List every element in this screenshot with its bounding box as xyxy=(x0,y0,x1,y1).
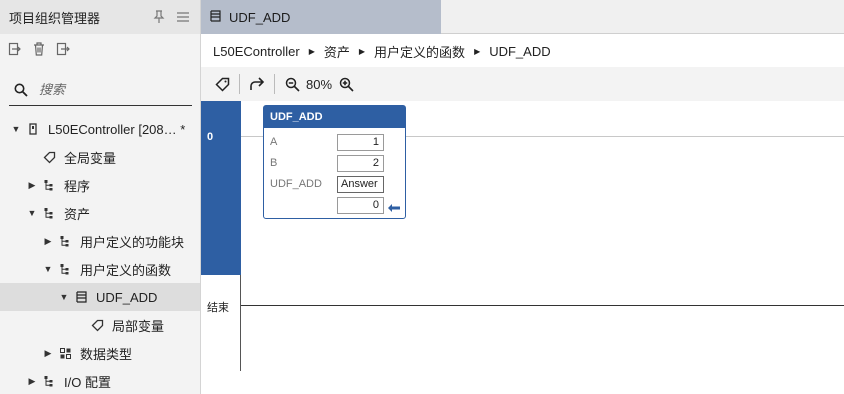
project-organizer-panel: 项目组织管理器 ▼ L50EController [208… * 全局变量 ▶ 程序 ▼ 资… xyxy=(0,0,201,394)
caret-spacer xyxy=(74,319,86,331)
tag-icon xyxy=(42,150,56,164)
tree-item[interactable]: ▼ 用户定义的函数 xyxy=(0,255,200,283)
param-row-a: A 1 xyxy=(270,133,400,151)
menu-icon[interactable] xyxy=(174,8,192,26)
param-row-udf-add: UDF_ADD Answer xyxy=(270,175,400,193)
pin-icon[interactable] xyxy=(150,8,168,26)
expand-all-icon[interactable] xyxy=(4,38,26,60)
tree-node-icon xyxy=(58,262,72,276)
tree-item-label: 局部变量 xyxy=(112,318,165,334)
block-title: UDF_ADD xyxy=(264,106,405,128)
editor-toolbar: 80% xyxy=(201,67,844,101)
breadcrumb: L50EController ▶ 资产 ▶ 用户定义的函数 ▶ UDF_ADD xyxy=(201,35,844,67)
param-row-b: B 2 xyxy=(270,154,400,172)
param-name: B xyxy=(270,157,278,169)
caret-spacer xyxy=(26,151,38,163)
controller-icon xyxy=(26,122,40,136)
tree-item[interactable]: ▶ I/O 配置 xyxy=(0,367,200,394)
tree-item-label: L50EController [208… * xyxy=(48,121,186,137)
breadcrumb-item[interactable]: L50EController xyxy=(213,44,300,59)
tree-node-icon xyxy=(58,234,72,248)
param-row-result: 0 xyxy=(270,196,400,214)
breadcrumb-item[interactable]: 资产 xyxy=(324,42,350,61)
editor-tab-bar: UDF_ADD xyxy=(201,0,844,34)
panel-header: 项目组织管理器 xyxy=(0,0,200,34)
chevron-right-icon[interactable]: ▶ xyxy=(42,235,54,247)
tree-item-label: 程序 xyxy=(64,178,91,194)
search-box xyxy=(9,74,192,106)
chevron-down-icon[interactable]: ▼ xyxy=(58,291,70,303)
toolbar-divider xyxy=(239,74,240,94)
param-tag-field[interactable]: Answer xyxy=(337,175,384,193)
tree-node-icon xyxy=(42,374,56,388)
zoom-out-icon[interactable] xyxy=(281,73,303,95)
tree-item-label: 用户定义的功能块 xyxy=(80,234,185,250)
chevron-right-icon[interactable]: ▶ xyxy=(42,347,54,359)
param-value-field[interactable]: 2 xyxy=(337,154,384,172)
tab-udf-add[interactable]: UDF_ADD xyxy=(201,0,441,34)
tree-node-icon xyxy=(42,178,56,192)
breadcrumb-item[interactable]: 用户定义的函数 xyxy=(374,42,465,61)
tree-item[interactable]: 全局变量 xyxy=(0,143,200,171)
chevron-right-icon: ▶ xyxy=(474,46,481,56)
param-value-field[interactable]: 0 xyxy=(337,196,384,214)
tree-item[interactable]: ▶ 用户定义的功能块 xyxy=(0,227,200,255)
tree-item[interactable]: ▶ 程序 xyxy=(0,171,200,199)
panel-toolbar xyxy=(0,34,200,64)
left-power-rail xyxy=(240,275,241,371)
project-tree: ▼ L50EController [208… * 全局变量 ▶ 程序 ▼ 资产 ▶ 用户定义的功… xyxy=(0,115,200,394)
panel-title: 项目组织管理器 xyxy=(9,10,101,26)
chevron-right-icon: ▶ xyxy=(308,46,315,56)
chevron-right-icon[interactable]: ▶ xyxy=(26,375,38,387)
tab-label: UDF_ADD xyxy=(229,9,291,25)
chevron-right-icon[interactable]: ▶ xyxy=(26,179,38,191)
tree-item[interactable]: 局部变量 xyxy=(0,311,200,339)
ladder-editor[interactable]: 0 结束 UDF_ADD A 1 B 2 UDF_ADD Answer 0 xyxy=(201,101,844,394)
end-rung-label: 结束 xyxy=(207,302,229,314)
zoom-in-icon[interactable] xyxy=(335,73,357,95)
tree-item-label: 用户定义的函数 xyxy=(80,262,172,278)
tree-item-label: 数据类型 xyxy=(80,346,133,362)
rung-0-marker[interactable]: 0 xyxy=(201,101,241,275)
search-icon xyxy=(9,83,33,97)
rung-number: 0 xyxy=(207,131,214,143)
chevron-down-icon[interactable]: ▼ xyxy=(10,123,22,135)
param-name: A xyxy=(270,136,278,148)
function-icon xyxy=(74,290,88,304)
delete-icon[interactable] xyxy=(28,38,50,60)
tree-item[interactable]: ▼ 资产 xyxy=(0,199,200,227)
tree-item-label: UDF_ADD xyxy=(96,289,158,305)
breadcrumb-item[interactable]: UDF_ADD xyxy=(489,44,550,59)
tree-item[interactable]: ▼ L50EController [208… * xyxy=(0,115,200,143)
tree-item-label: I/O 配置 xyxy=(64,374,111,390)
tree-item[interactable]: ▶ 数据类型 xyxy=(0,339,200,367)
tag-icon[interactable] xyxy=(211,73,233,95)
chevron-down-icon[interactable]: ▼ xyxy=(26,207,38,219)
tree-node-icon xyxy=(42,206,56,220)
tree-item[interactable]: ▼ UDF_ADD xyxy=(0,283,200,311)
toolbar-divider xyxy=(274,74,275,94)
chevron-down-icon[interactable]: ▼ xyxy=(42,263,54,275)
search-input[interactable] xyxy=(39,82,189,97)
udf-add-instruction-block[interactable]: UDF_ADD A 1 B 2 UDF_ADD Answer 0 xyxy=(263,105,406,219)
arrow-left-icon xyxy=(387,202,401,214)
tag-icon xyxy=(90,318,104,332)
function-icon xyxy=(210,9,221,25)
datatype-icon xyxy=(58,346,72,360)
redo-icon[interactable] xyxy=(246,73,268,95)
collapse-all-icon[interactable] xyxy=(52,38,74,60)
zoom-level: 80% xyxy=(306,76,333,92)
tree-item-label: 资产 xyxy=(64,206,91,222)
end-rung-wire xyxy=(241,305,844,306)
tree-item-label: 全局变量 xyxy=(64,150,117,166)
param-name: UDF_ADD xyxy=(270,178,322,190)
param-value-field[interactable]: 1 xyxy=(337,133,384,151)
chevron-right-icon: ▶ xyxy=(358,46,366,56)
